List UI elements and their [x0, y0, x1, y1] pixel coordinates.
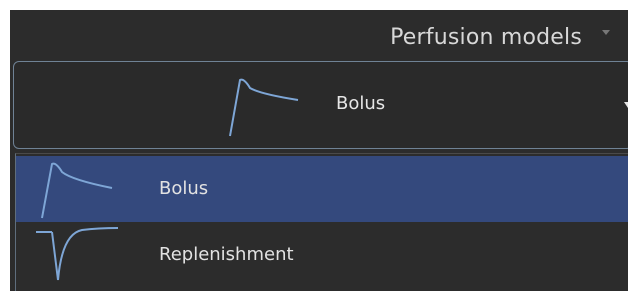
- perfusion-model-select[interactable]: Bolus: [13, 61, 628, 149]
- option-replenishment[interactable]: Replenishment: [16, 222, 628, 288]
- bolus-curve-icon: [41, 162, 113, 219]
- option-bolus[interactable]: Bolus: [16, 156, 628, 222]
- perfusion-model-options: Bolus Replenishment: [15, 153, 628, 291]
- replenishment-curve-icon: [36, 227, 119, 281]
- header-caret-down-icon[interactable]: [602, 30, 610, 35]
- perfusion-models-panel: Perfusion models Bolus Bolus Replenishme…: [10, 10, 628, 291]
- panel-header[interactable]: Perfusion models: [10, 10, 628, 66]
- selected-model-label: Bolus: [336, 93, 386, 114]
- caret-down-icon[interactable]: [624, 102, 628, 108]
- option-label: Bolus: [159, 178, 209, 199]
- panel-title: Perfusion models: [390, 25, 582, 50]
- bolus-curve-icon: [229, 78, 299, 137]
- option-label: Replenishment: [159, 244, 294, 265]
